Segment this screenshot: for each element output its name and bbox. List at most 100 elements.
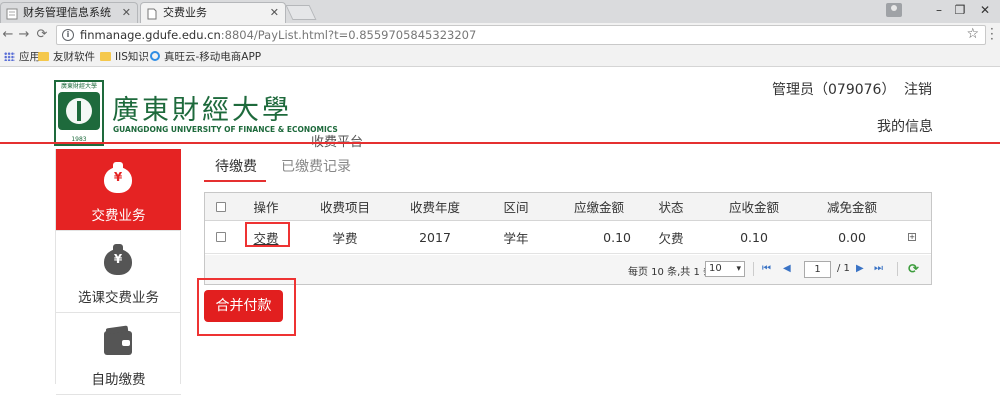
university-name-cn: 廣東財經大學 <box>112 95 292 126</box>
page-number-input[interactable]: 1 <box>804 261 831 278</box>
column-header[interactable]: 操作 <box>245 193 287 220</box>
bookmark-item[interactable]: IIS知识 <box>100 49 149 65</box>
bookmark-item[interactable]: 友财软件 <box>38 49 95 65</box>
table-pager: 每页 10 条,共 1 条 10 ⏮ ◀ 1 / 1 ▶ ⏭ ⟳ <box>205 255 931 284</box>
money-bag-icon: ¥ <box>104 162 132 193</box>
column-header[interactable]: 收费年度 <box>403 193 467 220</box>
row-select-cell <box>213 221 229 253</box>
prev-page-icon[interactable]: ◀ <box>783 263 791 274</box>
address-bar[interactable]: i finmanage.gdufe.edu.cn:8804/PayList.ht… <box>56 25 986 45</box>
new-tab-button[interactable] <box>285 5 317 20</box>
pager-separator <box>897 262 898 276</box>
refresh-icon[interactable]: ⟳ <box>908 262 919 277</box>
column-header[interactable]: 区间 <box>491 193 541 220</box>
money-bag-icon: ¥ <box>104 244 132 275</box>
pager-summary: 每页 10 条,共 1 条 <box>628 267 713 278</box>
browser-tabstrip: 财务管理信息系统 ✕ 交费业务 ✕ – ❐ ✕ <box>0 0 1000 23</box>
site-info-icon[interactable]: i <box>62 29 74 41</box>
tab-payment-history[interactable]: 已缴费记录 <box>281 156 351 176</box>
platform-title: 收费平台 <box>311 135 364 150</box>
reload-icon[interactable]: ⟳ <box>34 26 50 44</box>
expand-cell: + <box>905 221 919 253</box>
page-size-value: 10 <box>709 263 722 274</box>
browser-toolbar: ← → ⟳ i finmanage.gdufe.edu.cn:8804/PayL… <box>0 23 1000 47</box>
folder-icon <box>38 52 49 61</box>
bookmark-label: 真旺云-移动电商APP <box>164 51 262 63</box>
forward-arrow-icon[interactable]: → <box>16 26 32 44</box>
sidebar-item-label: 交费业务 <box>91 208 146 224</box>
merge-payment-button[interactable]: 合并付款 <box>204 290 283 322</box>
active-tab-underline <box>204 180 266 182</box>
sidebar-item-label: 选课交费业务 <box>78 290 159 306</box>
bookmark-label: 友财软件 <box>53 51 95 63</box>
page-size-select[interactable]: 10 <box>705 261 745 277</box>
user-profile-icon[interactable] <box>886 3 902 17</box>
table-row: 交费 学费 2017 学年 0.10 欠费 0.10 0.00 + <box>205 221 931 254</box>
money-bag-glyph: ¥ <box>113 170 123 184</box>
sidebar-item-self-service[interactable]: 自助缴费 <box>56 313 181 395</box>
last-page-icon[interactable]: ⏭ <box>874 263 883 274</box>
emblem-top-text: 廣東財經大學 <box>60 83 97 90</box>
column-header[interactable]: 状态 <box>649 193 693 220</box>
bookmark-star-icon[interactable]: ☆ <box>966 26 979 42</box>
table-cell: 欠费 <box>658 230 684 246</box>
emblem-icon <box>58 92 100 130</box>
row-checkbox[interactable] <box>216 232 226 242</box>
bookmarks-bar: 应用 友财软件 IIS知识 真旺云-移动电商APP <box>0 47 1000 67</box>
url-path: :8804/PayList.html?t=0.8559705845323207 <box>220 28 477 42</box>
select-all-checkbox[interactable] <box>216 201 226 212</box>
table-header: 操作 收费项目 收费年度 区间 应缴金额 状态 应收金额 减免金额 <box>205 193 931 221</box>
next-page-icon[interactable]: ▶ <box>856 263 864 274</box>
my-info-link[interactable]: 我的信息 <box>877 116 933 136</box>
select-all-cell <box>213 193 229 220</box>
column-header[interactable]: 应缴金额 <box>563 193 635 220</box>
apps-icon <box>4 52 15 61</box>
header-divider <box>0 142 1000 144</box>
tab-pending-payment[interactable]: 待缴费 <box>215 156 257 176</box>
close-tab-icon[interactable]: ✕ <box>122 3 131 23</box>
address-url[interactable]: finmanage.gdufe.edu.cn:8804/PayList.html… <box>80 28 476 42</box>
url-host: finmanage.gdufe.edu.cn <box>80 28 221 42</box>
admin-user-label: 管理员（079076） <box>772 82 896 98</box>
back-arrow-icon[interactable]: ← <box>0 26 16 44</box>
payment-table: 操作 收费项目 收费年度 区间 应缴金额 状态 应收金额 减免金额 交费 学费 … <box>204 192 932 285</box>
sidebar: ¥ 交费业务 ¥ 选课交费业务 自助缴费 <box>55 149 181 395</box>
folder-icon <box>100 52 111 61</box>
university-emblem: 廣東財經大學 1983 <box>54 80 104 146</box>
bookmark-item[interactable]: 真旺云-移动电商APP <box>150 49 261 65</box>
bookmark-label: 应用 <box>19 51 40 63</box>
sidebar-item-label: 自助缴费 <box>91 372 146 388</box>
column-header[interactable]: 应收金额 <box>717 193 791 220</box>
browser-tab-active[interactable]: 交费业务 ✕ <box>140 2 286 23</box>
close-window-button[interactable]: ✕ <box>968 0 1000 20</box>
pay-link-highlight <box>245 222 290 247</box>
sidebar-item-payment[interactable]: ¥ 交费业务 <box>56 149 181 231</box>
university-name-en: GUANGDONG UNIVERSITY OF FINANCE & ECONOM… <box>113 125 338 134</box>
expand-row-icon[interactable]: + <box>908 233 916 241</box>
column-header[interactable]: 收费项目 <box>313 193 377 220</box>
pager-separator <box>753 262 754 276</box>
browser-tab[interactable]: 财务管理信息系统 ✕ <box>0 2 138 23</box>
cloud-icon <box>150 51 160 61</box>
page-favicon-icon <box>146 7 158 20</box>
browser-tab-title: 交费业务 <box>163 6 207 19</box>
table-cell: 0.10 <box>603 229 631 245</box>
close-tab-icon[interactable]: ✕ <box>270 3 279 23</box>
browser-tab-title: 财务管理信息系统 <box>23 6 111 19</box>
logout-link[interactable]: 注销 <box>904 79 932 99</box>
page-favicon-icon <box>6 7 18 20</box>
first-page-icon[interactable]: ⏮ <box>762 263 771 274</box>
bookmark-label: IIS知识 <box>115 51 149 63</box>
column-header[interactable]: 减免金额 <box>815 193 889 220</box>
table-cell: 0.10 <box>740 229 768 245</box>
table-cell: 学年 <box>503 230 529 246</box>
table-cell: 学费 <box>332 230 358 246</box>
money-bag-glyph: ¥ <box>113 252 123 266</box>
table-cell: 0.00 <box>838 229 866 245</box>
wallet-icon <box>104 331 132 355</box>
table-cell: 2017 <box>419 229 451 245</box>
sidebar-item-course-payment[interactable]: ¥ 选课交费业务 <box>56 231 181 313</box>
bookmark-item[interactable]: 应用 <box>4 49 40 65</box>
page-total: / 1 <box>837 263 850 274</box>
browser-menu-icon[interactable]: · · · <box>990 23 994 45</box>
